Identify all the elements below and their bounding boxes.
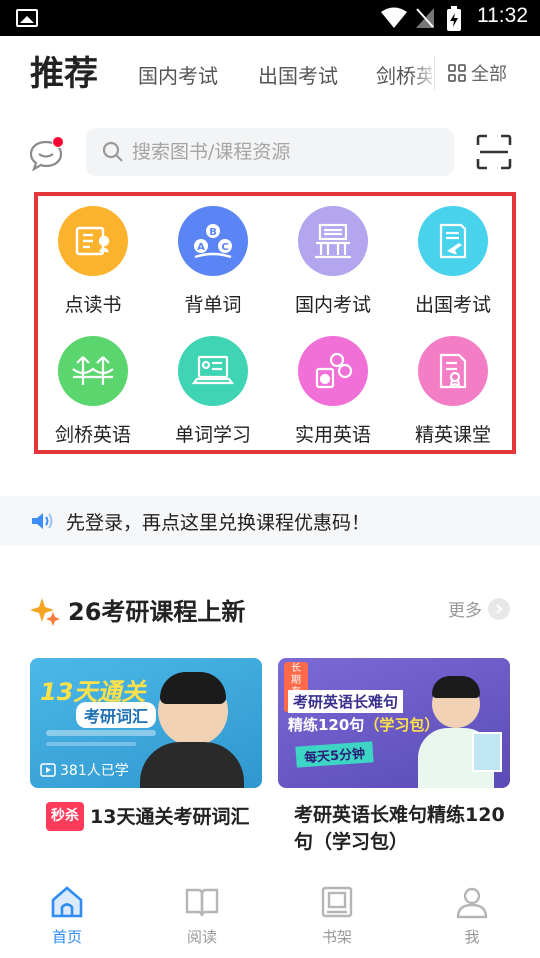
airplane-document-icon xyxy=(418,206,488,276)
nav-me-label: 我 xyxy=(464,928,480,946)
nav-bookshelf[interactable]: 书架 xyxy=(297,884,377,947)
learner-count: 381人已学 xyxy=(60,763,129,779)
certificate-icon xyxy=(418,336,488,406)
course-cover: 13天通关 考研词汇 381人已学 xyxy=(30,658,262,788)
feature-label: 单词学习 xyxy=(174,424,251,446)
tab-domestic-exam[interactable]: 国内考试 xyxy=(138,60,218,89)
nav-bookshelf-label: 书架 xyxy=(321,928,352,946)
bookshelf-icon xyxy=(321,886,353,918)
chevron-right-icon xyxy=(488,597,510,620)
feature-word-learning[interactable]: 单词学习 xyxy=(158,336,268,447)
scan-button[interactable] xyxy=(476,134,512,170)
nav-home[interactable]: 首页 xyxy=(27,884,107,947)
cover-learners: 381人已学 xyxy=(40,760,129,780)
feature-elite-class[interactable]: 精英课堂 xyxy=(398,336,508,447)
speech-book-icon xyxy=(298,336,368,406)
search-bar[interactable] xyxy=(86,128,454,176)
feature-grid: 点读书 BA C 背单词 国内考试 出国考试 剑桥英语 单词学习 实用英语 精英课… xyxy=(34,192,516,454)
all-categories-button[interactable]: 全部 xyxy=(448,58,507,88)
section-title: 26考研课程上新 xyxy=(68,598,246,626)
feature-practical-english[interactable]: 实用英语 xyxy=(278,336,388,447)
feature-label: 背单词 xyxy=(184,294,242,316)
cover-subhead-row: 精练120句（学习包） xyxy=(288,714,439,735)
cover-decoration xyxy=(46,742,136,746)
feature-label: 国内考试 xyxy=(294,294,371,316)
feature-cambridge-english[interactable]: 剑桥英语 xyxy=(38,336,148,447)
nav-reading-label: 阅读 xyxy=(186,928,217,946)
course-card[interactable]: 长期有效 考研英语长难句 精练120句（学习包） 每天5分钟 考研英语长难句精练… xyxy=(278,658,510,856)
clock: 11:32 xyxy=(477,4,528,27)
feature-label: 实用英语 xyxy=(294,424,371,446)
cover-subhead: 精练120句 xyxy=(288,716,365,734)
sparkle-icon xyxy=(30,598,60,626)
teacher-body xyxy=(140,742,244,788)
tab-recommend[interactable]: 推荐 xyxy=(30,46,98,95)
message-button[interactable] xyxy=(28,136,68,174)
laptop-icon xyxy=(178,336,248,406)
tab-divider xyxy=(434,56,435,90)
teacher-hair xyxy=(160,672,226,704)
search-icon xyxy=(102,141,123,162)
feature-label: 点读书 xyxy=(64,294,122,316)
feature-overseas-exam[interactable]: 出国考试 xyxy=(398,206,508,317)
course-title: 秒杀 13天通关考研词汇 xyxy=(30,802,262,831)
gallery-notification-icon xyxy=(16,9,38,27)
bridge-icon xyxy=(58,336,128,406)
feature-label: 精英课堂 xyxy=(414,424,491,446)
bottom-nav: 首页 阅读 书架 我 xyxy=(0,868,540,958)
abc-letters-icon: BA C xyxy=(178,206,248,276)
battery-charging-icon xyxy=(447,6,461,31)
scan-icon xyxy=(476,134,512,170)
nav-me[interactable]: 我 xyxy=(432,884,512,947)
svg-text:A: A xyxy=(197,242,205,253)
course-cover: 长期有效 考研英语长难句 精练120句（学习包） 每天5分钟 xyxy=(278,658,510,788)
cover-headline: 考研英语长难句 xyxy=(288,690,404,713)
feature-domestic-exam[interactable]: 国内考试 xyxy=(278,206,388,317)
seckill-badge: 秒杀 xyxy=(46,802,84,831)
category-tabs: 推荐 国内考试 出国考试 剑桥英语 全部 xyxy=(0,36,540,108)
svg-text:B: B xyxy=(209,227,217,238)
no-signal-icon xyxy=(416,8,434,28)
course-card[interactable]: 13天通关 考研词汇 381人已学 秒杀 13天通关考研词汇 xyxy=(30,658,262,831)
open-book-icon xyxy=(185,888,219,917)
grid-icon xyxy=(448,64,466,82)
all-categories-label: 全部 xyxy=(471,64,507,85)
course-title: 考研英语长难句精练120句（学习包） xyxy=(294,804,505,853)
unread-dot xyxy=(52,136,64,148)
nav-reading[interactable]: 阅读 xyxy=(162,884,242,947)
cover-subhead: 考研词汇 xyxy=(76,702,157,728)
nav-home-label: 首页 xyxy=(51,928,82,946)
cover-slogan: 每天5分钟 xyxy=(295,741,374,768)
feature-label: 出国考试 xyxy=(414,294,491,316)
svg-text:C: C xyxy=(221,242,228,253)
play-icon xyxy=(40,763,56,777)
more-label: 更多 xyxy=(448,601,482,621)
cover-decoration xyxy=(46,730,156,736)
cover-pack: （学习包） xyxy=(364,716,440,734)
course-title-text: 13天通关考研词汇 xyxy=(90,806,250,828)
status-bar: 11:32 xyxy=(0,0,540,36)
tab-overseas-exam[interactable]: 出国考试 xyxy=(258,60,338,89)
feature-point-read-book[interactable]: 点读书 xyxy=(38,206,148,317)
building-icon xyxy=(298,206,368,276)
coupon-notice[interactable]: 先登录，再点这里兑换课程优惠码！ xyxy=(0,496,540,546)
feature-memorize-words[interactable]: BA C 背单词 xyxy=(158,206,268,317)
feature-label: 剑桥英语 xyxy=(54,424,131,446)
book-reading-icon xyxy=(58,206,128,276)
section-header: 26考研课程上新 更多 xyxy=(30,592,512,628)
wifi-icon xyxy=(381,7,407,28)
speaker-icon xyxy=(32,513,53,529)
person-icon xyxy=(456,887,488,919)
home-icon xyxy=(51,886,83,918)
search-input[interactable] xyxy=(132,141,432,163)
more-link[interactable]: 更多 xyxy=(448,596,510,621)
cover-book xyxy=(472,732,502,772)
notice-text: 先登录，再点这里兑换课程优惠码！ xyxy=(66,511,371,534)
teacher-hair xyxy=(432,676,480,698)
